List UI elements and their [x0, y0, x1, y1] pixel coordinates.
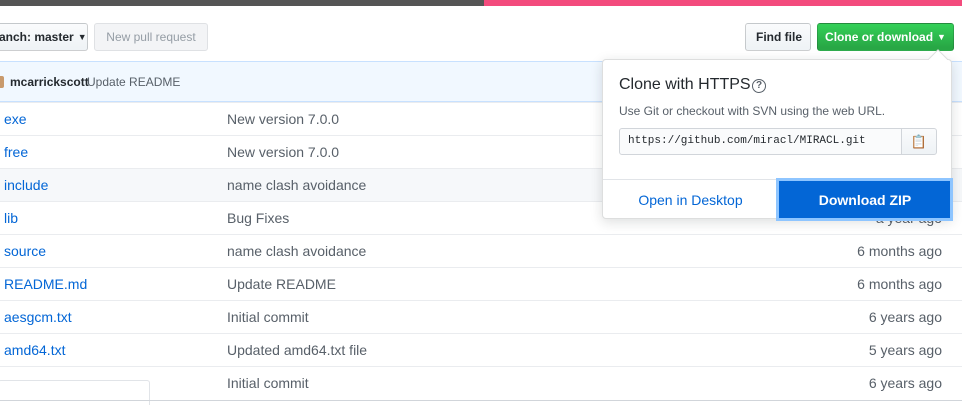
file-name[interactable]: README.md: [4, 268, 87, 300]
avatar[interactable]: [0, 76, 4, 88]
file-name[interactable]: aesgcm.txt: [4, 301, 72, 333]
open-in-desktop-button[interactable]: Open in Desktop: [603, 180, 778, 219]
file-commit-message[interactable]: Update README: [227, 268, 336, 300]
file-commit-message[interactable]: name clash avoidance: [227, 169, 366, 201]
copy-url-button[interactable]: 📋: [901, 128, 937, 155]
commit-message[interactable]: Update README: [87, 62, 180, 102]
file-name[interactable]: free: [4, 136, 28, 168]
clone-button-label: Clone or download: [825, 30, 934, 44]
file-age: 6 months ago: [857, 243, 942, 259]
clone-title: Clone with HTTPS: [619, 76, 751, 93]
clone-description: Use Git or checkout with SVN using the w…: [619, 104, 886, 118]
file-commit-message[interactable]: Updated amd64.txt file: [227, 334, 367, 366]
overlay-box: [0, 380, 150, 405]
caret-down-icon: ▼: [937, 32, 946, 42]
table-row: source name clash avoidance 6 months ago: [0, 234, 962, 267]
find-file-button[interactable]: Find file: [745, 23, 811, 51]
file-commit-message[interactable]: Initial commit: [227, 367, 309, 399]
repository-page: anch: master ▼ New pull request Find file…: [0, 0, 962, 405]
file-commit-message[interactable]: New version 7.0.0: [227, 136, 339, 168]
divider: [0, 400, 962, 401]
branch-label: anch: master: [0, 30, 74, 44]
branch-select-button[interactable]: anch: master ▼: [0, 23, 88, 51]
file-commit-message[interactable]: Initial commit: [227, 301, 309, 333]
question-circle-icon[interactable]: ?: [752, 79, 766, 93]
file-age: 6 years ago: [868, 375, 942, 391]
new-pull-request-button[interactable]: New pull request: [94, 23, 208, 51]
download-zip-button[interactable]: Download ZIP: [776, 178, 953, 221]
clone-url-input[interactable]: https://github.com/miracl/MIRACL.git: [619, 128, 902, 155]
file-commit-message[interactable]: name clash avoidance: [227, 235, 366, 267]
file-name[interactable]: source: [4, 235, 46, 267]
dropdown-arrow: [928, 49, 948, 69]
clone-or-download-button[interactable]: Clone or download ▼: [817, 23, 954, 51]
file-name[interactable]: amd64.txt: [4, 334, 65, 366]
clone-dropdown: Clone with HTTPS ? Use Git or checkout w…: [602, 49, 953, 221]
file-commit-message[interactable]: New version 7.0.0: [227, 103, 339, 135]
file-age: 6 months ago: [857, 276, 942, 292]
file-name[interactable]: include: [4, 169, 48, 201]
table-row: amd64.txt Updated amd64.txt file 5 years…: [0, 333, 962, 366]
table-row: README.md Update README 6 months ago: [0, 267, 962, 300]
file-name[interactable]: exe: [4, 103, 27, 135]
file-age: 5 years ago: [868, 342, 942, 358]
language-bar: [0, 0, 962, 6]
language-segment-c: [0, 0, 484, 6]
clipboard-icon: 📋: [910, 134, 928, 149]
clone-actions: Open in Desktop Download ZIP: [603, 178, 953, 221]
language-segment-cpp: [484, 0, 962, 6]
commit-author[interactable]: mcarrickscott: [10, 62, 89, 102]
file-age: 6 years ago: [868, 309, 942, 325]
file-commit-message[interactable]: Bug Fixes: [227, 202, 289, 234]
table-row: aesgcm.txt Initial commit 6 years ago: [0, 300, 962, 333]
caret-down-icon: ▼: [77, 32, 87, 42]
file-name[interactable]: lib: [4, 202, 18, 234]
